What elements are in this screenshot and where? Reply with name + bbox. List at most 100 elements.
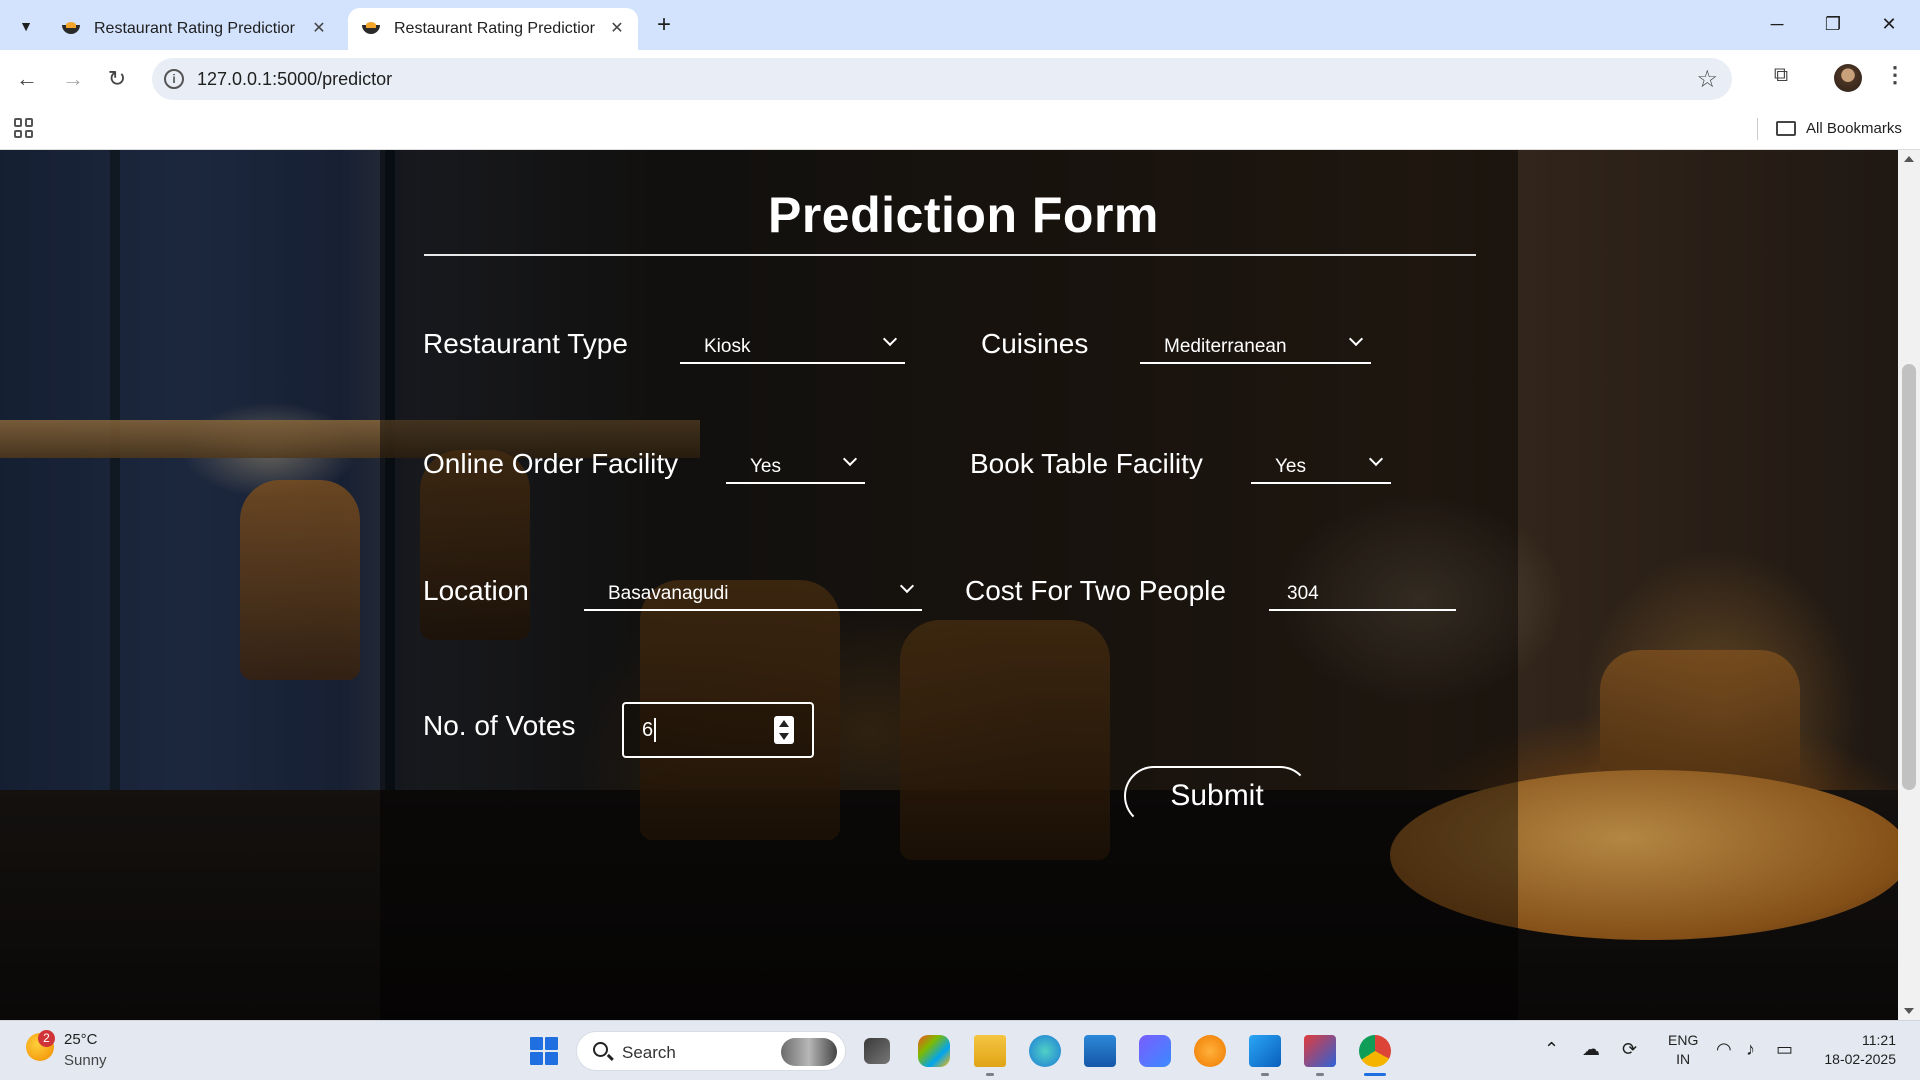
bookmarks-bar: All Bookmarks (0, 108, 1920, 150)
online-order-select[interactable]: Yes (726, 448, 865, 484)
tab-restaurant-rating-1[interactable]: Restaurant Rating Predictior ✕ (48, 8, 340, 50)
cost-for-two-value: 304 (1287, 583, 1319, 604)
bookmark-star-icon[interactable]: ☆ (1696, 65, 1718, 94)
scrollbar-thumb[interactable] (1902, 364, 1916, 790)
windows-taskbar: 2 25°C Sunny Search ⌃ ☁ ⟳ ENG IN ◠ ♪ ▭ 1… (0, 1020, 1920, 1080)
tab-close-icon[interactable]: ✕ (310, 20, 328, 38)
tab-search-chevron-icon[interactable]: ▼ (12, 12, 40, 40)
reload-icon[interactable]: ↻ (102, 64, 132, 94)
all-bookmarks-link[interactable]: All Bookmarks (1806, 120, 1902, 137)
chevron-down-icon (1368, 451, 1384, 467)
app-icon[interactable] (1304, 1035, 1336, 1067)
location-label: Location (423, 575, 529, 606)
search-icon (593, 1042, 608, 1057)
restaurant-favicon-icon (362, 22, 382, 36)
tab-close-icon[interactable]: ✕ (608, 20, 626, 38)
page-title: Prediction Form (768, 187, 1159, 243)
volume-icon[interactable]: ♪ (1746, 1039, 1755, 1060)
region-code: IN (1676, 1051, 1691, 1067)
refresh-icon[interactable]: ⟳ (1622, 1039, 1637, 1060)
restaurant-type-label: Restaurant Type (423, 328, 628, 359)
folder-icon (1776, 121, 1796, 136)
running-indicator (1316, 1073, 1324, 1076)
app-icon[interactable] (1194, 1035, 1226, 1067)
system-clock[interactable]: 11:21 18-02-2025 (1818, 1031, 1896, 1069)
weather-badge: 2 (38, 1030, 55, 1047)
chevron-down-icon (899, 578, 915, 594)
url-text[interactable]: 127.0.0.1:5000/predictor (197, 69, 392, 90)
tab-restaurant-rating-2[interactable]: Restaurant Rating Predictior ✕ (348, 8, 638, 50)
chevron-down-icon (882, 331, 898, 347)
location-value: Basavanagudi (608, 583, 729, 604)
tab-title: Restaurant Rating Predictior (94, 20, 295, 37)
extensions-puzzle-icon[interactable]: ⧉ (1768, 64, 1794, 90)
weather-temperature[interactable]: 25°C (64, 1031, 98, 1048)
votes-stepper[interactable] (774, 716, 794, 744)
taskbar-search-box[interactable]: Search (576, 1031, 846, 1071)
task-view-icon[interactable] (864, 1038, 890, 1064)
start-windows-icon[interactable] (530, 1037, 558, 1065)
browser-toolbar: ← → ↻ i 127.0.0.1:5000/predictor ☆ ⧉ ⋮ (0, 50, 1920, 108)
cuisines-select[interactable]: Mediterranean (1140, 328, 1371, 364)
votes-value: 6 (642, 719, 654, 741)
back-arrow-icon[interactable]: ← (12, 64, 42, 94)
submit-button[interactable]: Submit (1124, 766, 1310, 826)
search-placeholder: Search (622, 1043, 676, 1062)
chevron-down-icon (1348, 331, 1364, 347)
restaurant-type-value: Kiosk (704, 336, 751, 357)
book-table-select[interactable]: Yes (1251, 448, 1391, 484)
bookmarks-divider (1757, 118, 1758, 140)
votes-input[interactable]: 6 (622, 702, 814, 758)
title-divider (424, 254, 1476, 256)
battery-icon[interactable]: ▭ (1776, 1039, 1793, 1060)
address-bar[interactable]: i 127.0.0.1:5000/predictor ☆ (152, 58, 1732, 100)
apps-grid-icon[interactable] (14, 118, 34, 138)
edge-icon[interactable] (1029, 1035, 1061, 1067)
page-viewport: Prediction Form Restaurant Type Kiosk Cu… (0, 150, 1898, 1020)
scroll-up-arrow-icon[interactable] (1904, 156, 1914, 162)
location-select[interactable]: Basavanagudi (584, 575, 922, 611)
text-caret (654, 718, 656, 742)
restaurant-type-select[interactable]: Kiosk (680, 328, 905, 364)
page-scrollbar[interactable] (1898, 150, 1920, 1020)
language-indicator[interactable]: ENG IN (1668, 1031, 1698, 1069)
tab-strip: ▼ Restaurant Rating Predictior ✕ Restaur… (0, 0, 1920, 50)
forward-arrow-icon[interactable]: → (58, 64, 88, 94)
close-window-button[interactable]: ✕ (1874, 10, 1904, 38)
site-info-icon[interactable]: i (164, 69, 184, 89)
book-table-label: Book Table Facility (970, 448, 1203, 479)
stepper-down-icon[interactable] (779, 733, 789, 740)
running-indicator (986, 1073, 994, 1076)
scroll-down-arrow-icon[interactable] (1904, 1008, 1914, 1014)
microsoft-store-icon[interactable] (1084, 1035, 1116, 1067)
cost-for-two-input[interactable]: 304 (1269, 575, 1456, 611)
vscode-icon[interactable] (1249, 1035, 1281, 1067)
copilot-icon[interactable] (918, 1035, 950, 1067)
active-app-indicator (1364, 1073, 1386, 1076)
app-icon[interactable] (1139, 1035, 1171, 1067)
new-tab-button[interactable]: + (650, 12, 678, 40)
stepper-up-icon[interactable] (779, 720, 789, 727)
tab-title: Restaurant Rating Predictior (394, 20, 595, 37)
minimize-button[interactable]: ─ (1762, 10, 1792, 38)
file-explorer-icon[interactable] (974, 1035, 1006, 1067)
chevron-up-icon[interactable]: ⌃ (1544, 1039, 1559, 1060)
restore-button[interactable]: ❐ (1818, 10, 1848, 38)
wifi-icon[interactable]: ◠ (1716, 1039, 1732, 1060)
chevron-down-icon (842, 451, 858, 467)
more-menu-icon[interactable]: ⋮ (1884, 62, 1906, 88)
votes-label: No. of Votes (423, 710, 576, 741)
restaurant-favicon-icon (62, 22, 82, 36)
clock-date: 18-02-2025 (1824, 1051, 1896, 1067)
cuisines-label: Cuisines (981, 328, 1089, 359)
cuisines-value: Mediterranean (1164, 336, 1287, 357)
chrome-icon[interactable] (1359, 1035, 1391, 1067)
search-highlight-image (781, 1038, 837, 1066)
profile-avatar[interactable] (1834, 64, 1862, 92)
running-indicator (1261, 1073, 1269, 1076)
weather-condition[interactable]: Sunny (64, 1052, 107, 1069)
book-table-value: Yes (1275, 456, 1306, 477)
online-order-value: Yes (750, 456, 781, 477)
clock-time: 11:21 (1862, 1032, 1896, 1048)
cloud-sync-icon[interactable]: ☁ (1582, 1039, 1600, 1060)
